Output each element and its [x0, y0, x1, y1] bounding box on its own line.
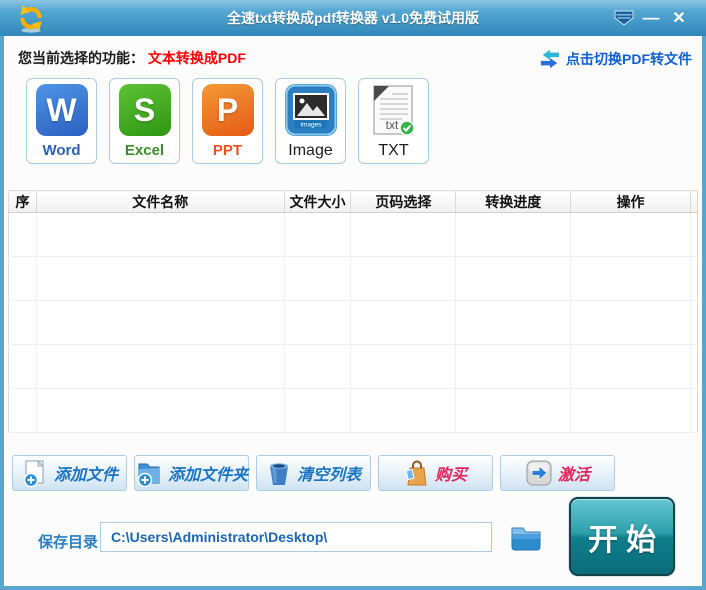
excel-icon: S [118, 84, 171, 136]
add-file-icon [23, 459, 45, 487]
format-label-ppt: PPT [212, 142, 243, 159]
save-dir-input[interactable] [100, 522, 492, 552]
minimize-button[interactable]: — [640, 8, 662, 28]
svg-text:txt: txt [385, 118, 398, 132]
activate-label: 激活 [557, 467, 590, 484]
col-header-progress[interactable]: 转换进度 [455, 190, 572, 213]
app-window: 全速txt转换成pdf转换器 v1.0免费试用版 — ✕ 您当前选择的功能： 文… [0, 0, 706, 590]
ppt-glyph: P [216, 92, 239, 128]
start-button[interactable]: 开始 [569, 497, 675, 576]
function-prefix-label: 您当前选择的功能： [18, 50, 144, 66]
action-toolbar: 添加文件 添加文件夹 清空列表 购买 激活 [12, 455, 615, 491]
txt-icon: txt [372, 85, 415, 136]
ppt-icon: P [201, 84, 254, 136]
format-label-word: Word [42, 142, 81, 159]
close-button[interactable]: ✕ [668, 8, 690, 28]
format-card-excel[interactable]: S Excel [109, 78, 180, 164]
content-area: 您当前选择的功能： 文本转换成PDF 点击切换PDF转文件 W Word S E… [4, 36, 702, 586]
activate-arrow-icon [526, 460, 552, 486]
add-file-label: 添加文件 [53, 467, 118, 484]
buy-label: 购买 [434, 467, 467, 484]
skin-shield-icon [614, 10, 634, 26]
switch-mode-label: 点击切换PDF转文件 [566, 51, 692, 67]
switch-mode-link[interactable]: 点击切换PDF转文件 [539, 49, 692, 69]
word-glyph: W [46, 92, 77, 128]
col-header-filename[interactable]: 文件名称 [36, 190, 285, 213]
format-card-image[interactable]: images Image [275, 78, 346, 164]
col-header-spacer [690, 190, 698, 213]
excel-glyph: S [133, 92, 156, 128]
skin-menu-button[interactable] [612, 8, 636, 28]
swap-arrows-icon [540, 49, 560, 69]
table-row [8, 212, 698, 257]
shopping-bag-icon [405, 460, 427, 486]
trash-icon [269, 463, 288, 485]
col-header-actions[interactable]: 操作 [570, 190, 691, 213]
clear-list-button[interactable]: 清空列表 [256, 455, 371, 491]
buy-button[interactable]: 购买 [378, 455, 493, 491]
col-header-filesize[interactable]: 文件大小 [284, 190, 352, 213]
clear-list-label: 清空列表 [296, 467, 361, 484]
browse-folder-icon [511, 527, 541, 551]
format-card-txt[interactable]: txt TXT [358, 78, 429, 164]
format-label-excel: Excel [124, 142, 165, 159]
table-row [8, 344, 698, 389]
current-function-text: 您当前选择的功能： 文本转换成PDF [18, 48, 246, 68]
table-header-row: 序 文件名称 文件大小 页码选择 转换进度 操作 [8, 190, 698, 213]
add-folder-icon [137, 463, 160, 487]
add-folder-label: 添加文件夹 [168, 467, 249, 484]
col-header-pagerange[interactable]: 页码选择 [350, 190, 457, 213]
format-label-txt: TXT [378, 142, 409, 159]
image-icon: images [284, 84, 337, 136]
word-icon: W [35, 84, 88, 136]
save-dir-label: 保存目录 [38, 534, 99, 551]
table-row [8, 300, 698, 345]
col-header-index[interactable]: 序 [8, 190, 37, 213]
add-folder-button[interactable]: 添加文件夹 [134, 455, 249, 491]
file-list-body [8, 212, 698, 433]
format-selector: W Word S Excel P PPT images Image txt TX… [26, 78, 429, 164]
browse-folder-button[interactable] [506, 522, 546, 554]
activate-button[interactable]: 激活 [500, 455, 615, 491]
format-label-image: Image [288, 142, 333, 159]
svg-text:images: images [300, 122, 322, 129]
title-bar: 全速txt转换成pdf转换器 v1.0免费试用版 — ✕ [0, 0, 706, 36]
table-row [8, 388, 698, 433]
window-title: 全速txt转换成pdf转换器 v1.0免费试用版 [226, 10, 479, 26]
current-function-value: 文本转换成PDF [147, 50, 246, 66]
format-card-word[interactable]: W Word [26, 78, 97, 164]
table-row [8, 256, 698, 301]
format-card-ppt[interactable]: P PPT [192, 78, 263, 164]
add-file-button[interactable]: 添加文件 [12, 455, 127, 491]
file-list-table: 序 文件名称 文件大小 页码选择 转换进度 操作 [8, 190, 698, 433]
